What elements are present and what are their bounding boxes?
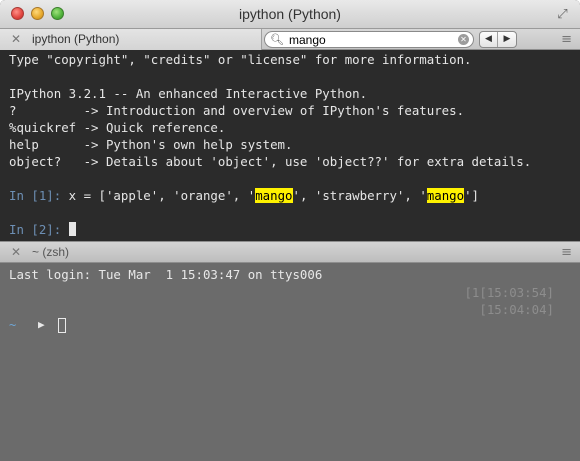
- title-bar[interactable]: ipython (Python) ⤢: [0, 0, 580, 29]
- fullscreen-icon[interactable]: ⤢: [555, 7, 570, 22]
- code-text: ']: [464, 188, 480, 203]
- output-line: object? -> Details about 'object', use '…: [9, 154, 532, 169]
- find-field[interactable]: 🔍︎ ✕: [264, 31, 474, 48]
- text-cursor: [68, 222, 76, 236]
- last-login-line: Last login: Tue Mar 1 15:03:47 on ttys00…: [9, 267, 323, 282]
- output-line: IPython 3.2.1 -- An enhanced Interactive…: [9, 86, 368, 101]
- output-line: ? -> Introduction and overview of IPytho…: [9, 103, 465, 118]
- prompt-directory: ~: [9, 318, 17, 332]
- tab-menu-icon[interactable]: ≡: [561, 32, 572, 47]
- split-pane-label: ~ (zsh): [32, 245, 70, 259]
- find-previous-button[interactable]: ◀: [480, 32, 498, 47]
- input-line-1: In [1]: x = ['apple', 'orange', 'mango',…: [9, 187, 479, 204]
- tab-label: ipython (Python): [32, 32, 120, 46]
- find-input[interactable]: [289, 33, 449, 47]
- output-line: %quickref -> Quick reference.: [9, 120, 226, 135]
- find-next-button[interactable]: ▶: [498, 32, 516, 47]
- zsh-pane[interactable]: Last login: Tue Mar 1 15:03:47 on ttys00…: [0, 263, 580, 461]
- split-menu-icon[interactable]: ≡: [561, 245, 572, 260]
- right-prompt-timestamp: [15:04:04]: [479, 302, 554, 317]
- window-title: ipython (Python): [239, 6, 341, 22]
- right-prompt-timestamp: [1[15:03:54]: [464, 285, 554, 300]
- code-text: x = ['apple', 'orange', ': [61, 188, 256, 203]
- output-line: help -> Python's own help system.: [9, 137, 293, 152]
- code-text: ', 'strawberry', ': [292, 188, 427, 203]
- input-line-2: In [2]:: [9, 221, 76, 238]
- text-cursor: [58, 318, 66, 333]
- close-tab-icon[interactable]: ✕: [11, 32, 21, 46]
- search-match-highlight: mango: [255, 188, 293, 203]
- ipython-pane[interactable]: Type "copyright", "credits" or "license"…: [0, 50, 580, 241]
- find-bar: 🔍︎ ✕ ◀ ▶: [262, 29, 542, 50]
- clear-search-icon[interactable]: ✕: [458, 34, 469, 45]
- terminal-window: ipython (Python) ⤢ ✕ ipython (Python) 🔍︎…: [0, 0, 580, 461]
- find-navigation: ◀ ▶: [479, 31, 517, 48]
- output-line: Type "copyright", "credits" or "license"…: [9, 52, 472, 67]
- input-prompt: In [1]:: [9, 188, 62, 203]
- tab-ipython[interactable]: ✕ ipython (Python): [0, 29, 262, 50]
- tab-bar: ✕ ipython (Python) 🔍︎ ✕ ◀ ▶ ≡: [0, 29, 580, 50]
- split-pane-header[interactable]: ✕ ~ (zsh) ≡: [0, 241, 580, 263]
- search-icon: 🔍︎: [270, 33, 284, 46]
- input-prompt: In [2]:: [9, 222, 62, 237]
- search-match-highlight: mango: [426, 188, 465, 203]
- prompt-arrow-icon: ▶: [38, 318, 45, 331]
- close-split-icon[interactable]: ✕: [11, 245, 21, 259]
